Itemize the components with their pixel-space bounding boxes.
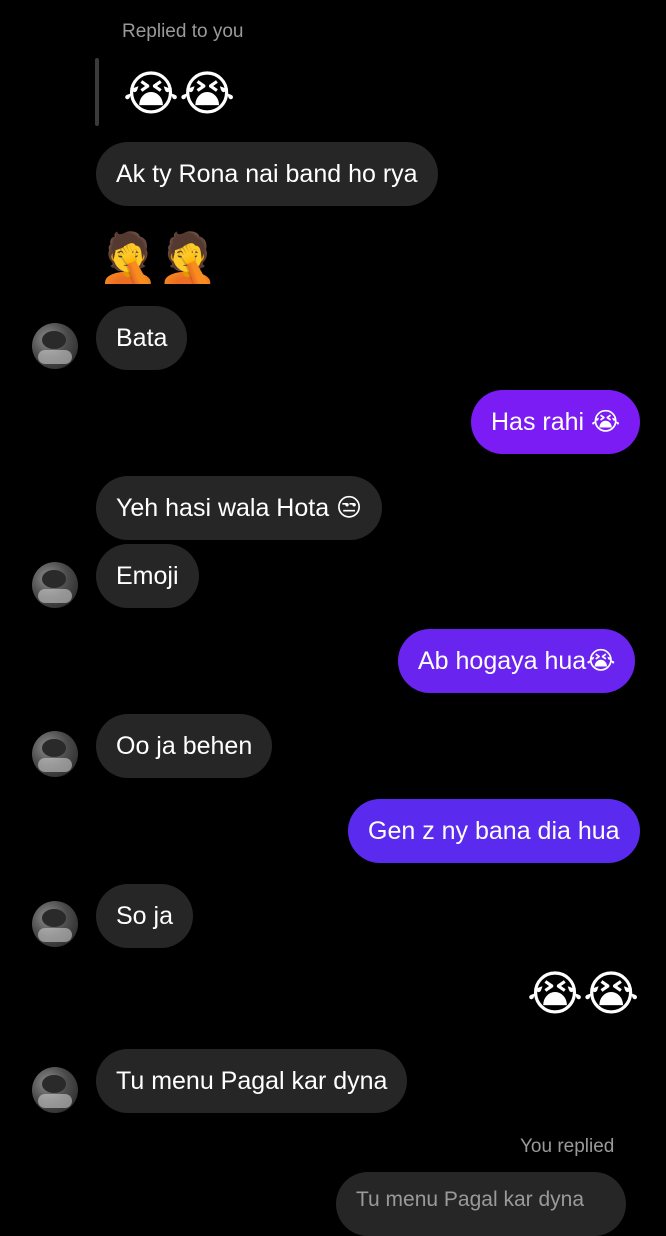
message-bubble-outgoing[interactable]: Has rahi 😭 xyxy=(471,390,641,454)
message-bubble-outgoing[interactable]: Ab hogaya hua😭 xyxy=(398,629,636,693)
quoted-emoji[interactable]: 😭😭 xyxy=(123,66,235,122)
message-bubble-incoming[interactable]: Emoji xyxy=(96,544,199,608)
avatar-icon[interactable] xyxy=(32,901,78,947)
message-bubble-incoming[interactable]: So ja xyxy=(96,884,193,948)
message-bubble-incoming[interactable]: Oo ja behen xyxy=(96,714,273,778)
avatar-icon[interactable] xyxy=(32,731,78,777)
you-replied-label: You replied xyxy=(520,1136,615,1157)
avatar-icon[interactable] xyxy=(32,562,78,608)
replied-to-you-label: Replied to you xyxy=(122,21,244,42)
quoted-reply-bubble[interactable]: Tu menu Pagal kar dyna xyxy=(336,1172,626,1236)
message-bubble-incoming[interactable]: Ak ty Rona nai band ho rya xyxy=(96,142,438,206)
reply-quote-bar xyxy=(95,58,99,126)
avatar-icon[interactable] xyxy=(32,1067,78,1113)
emoji-message-outgoing[interactable]: 😭😭 xyxy=(527,966,639,1022)
emoji-message-incoming[interactable]: 🤦🤦 xyxy=(98,230,218,286)
message-bubble-incoming[interactable]: Yeh hasi wala Hota 😒 xyxy=(96,476,383,540)
message-bubble-incoming[interactable]: Tu menu Pagal kar dyna xyxy=(96,1049,408,1113)
message-bubble-outgoing[interactable]: Gen z ny bana dia hua xyxy=(348,799,640,863)
message-bubble-incoming[interactable]: Bata xyxy=(96,306,188,370)
avatar-icon[interactable] xyxy=(32,323,78,369)
